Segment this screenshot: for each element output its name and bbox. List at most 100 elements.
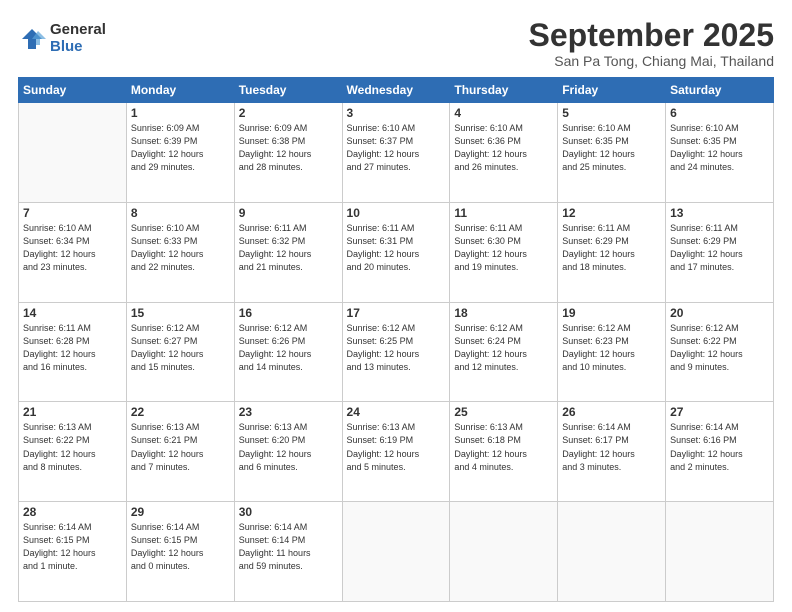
calendar-title: September 2025	[529, 18, 774, 53]
calendar-table: Sunday Monday Tuesday Wednesday Thursday…	[18, 77, 774, 602]
day-number: 29	[131, 505, 230, 519]
calendar-cell: 26 Sunrise: 6:14 AMSunset: 6:17 PMDayligh…	[558, 402, 666, 502]
calendar-cell: 17 Sunrise: 6:12 AMSunset: 6:25 PMDayligh…	[342, 302, 450, 402]
calendar-cell: 22 Sunrise: 6:13 AMSunset: 6:21 PMDayligh…	[126, 402, 234, 502]
day-number: 7	[23, 206, 122, 220]
col-wednesday: Wednesday	[342, 78, 450, 103]
day-number: 22	[131, 405, 230, 419]
day-info: Sunrise: 6:11 AMSunset: 6:31 PMDaylight:…	[347, 222, 446, 274]
col-monday: Monday	[126, 78, 234, 103]
day-info: Sunrise: 6:13 AMSunset: 6:20 PMDaylight:…	[239, 421, 338, 473]
week-row-5: 28 Sunrise: 6:14 AMSunset: 6:15 PMDayligh…	[19, 502, 774, 602]
day-info: Sunrise: 6:14 AMSunset: 6:15 PMDaylight:…	[23, 521, 122, 573]
day-number: 17	[347, 306, 446, 320]
day-info: Sunrise: 6:12 AMSunset: 6:24 PMDaylight:…	[454, 322, 553, 374]
day-info: Sunrise: 6:12 AMSunset: 6:23 PMDaylight:…	[562, 322, 661, 374]
day-info: Sunrise: 6:14 AMSunset: 6:15 PMDaylight:…	[131, 521, 230, 573]
day-number: 3	[347, 106, 446, 120]
day-info: Sunrise: 6:09 AMSunset: 6:38 PMDaylight:…	[239, 122, 338, 174]
title-block: September 2025 San Pa Tong, Chiang Mai, …	[529, 18, 774, 69]
calendar-cell: 4 Sunrise: 6:10 AMSunset: 6:36 PMDaylight…	[450, 103, 558, 203]
day-number: 14	[23, 306, 122, 320]
day-info: Sunrise: 6:12 AMSunset: 6:25 PMDaylight:…	[347, 322, 446, 374]
day-number: 23	[239, 405, 338, 419]
col-thursday: Thursday	[450, 78, 558, 103]
calendar-cell: 8 Sunrise: 6:10 AMSunset: 6:33 PMDaylight…	[126, 202, 234, 302]
day-number: 18	[454, 306, 553, 320]
calendar-cell: 29 Sunrise: 6:14 AMSunset: 6:15 PMDayligh…	[126, 502, 234, 602]
day-info: Sunrise: 6:10 AMSunset: 6:36 PMDaylight:…	[454, 122, 553, 174]
calendar-cell: 23 Sunrise: 6:13 AMSunset: 6:20 PMDayligh…	[234, 402, 342, 502]
calendar-cell: 10 Sunrise: 6:11 AMSunset: 6:31 PMDayligh…	[342, 202, 450, 302]
day-number: 30	[239, 505, 338, 519]
calendar-cell: 16 Sunrise: 6:12 AMSunset: 6:26 PMDayligh…	[234, 302, 342, 402]
col-sunday: Sunday	[19, 78, 127, 103]
calendar-cell: 30Sunrise: 6:14 AMSunset: 6:14 PMDayligh…	[234, 502, 342, 602]
logo-blue: Blue	[50, 39, 106, 56]
calendar-cell: 5Sunrise: 6:10 AMSunset: 6:35 PMDaylight…	[558, 103, 666, 203]
col-tuesday: Tuesday	[234, 78, 342, 103]
day-number: 13	[670, 206, 769, 220]
calendar-cell: 25Sunrise: 6:13 AMSunset: 6:18 PMDayligh…	[450, 402, 558, 502]
calendar-cell: 14 Sunrise: 6:11 AMSunset: 6:28 PMDayligh…	[19, 302, 127, 402]
day-number: 9	[239, 206, 338, 220]
day-info: Sunrise: 6:11 AMSunset: 6:29 PMDaylight:…	[562, 222, 661, 274]
day-info: Sunrise: 6:13 AMSunset: 6:19 PMDaylight:…	[347, 421, 446, 473]
calendar-cell: 19 Sunrise: 6:12 AMSunset: 6:23 PMDayligh…	[558, 302, 666, 402]
header: General Blue September 2025 San Pa Tong,…	[18, 18, 774, 69]
calendar-cell	[558, 502, 666, 602]
day-info: Sunrise: 6:10 AMSunset: 6:33 PMDaylight:…	[131, 222, 230, 274]
day-info: Sunrise: 6:12 AMSunset: 6:26 PMDaylight:…	[239, 322, 338, 374]
page: General Blue September 2025 San Pa Tong,…	[0, 0, 792, 612]
day-number: 16	[239, 306, 338, 320]
day-number: 6	[670, 106, 769, 120]
calendar-cell: 12Sunrise: 6:11 AMSunset: 6:29 PMDayligh…	[558, 202, 666, 302]
logo-general: General	[50, 22, 106, 39]
day-info: Sunrise: 6:11 AMSunset: 6:28 PMDaylight:…	[23, 322, 122, 374]
calendar-cell: 28 Sunrise: 6:14 AMSunset: 6:15 PMDayligh…	[19, 502, 127, 602]
day-number: 4	[454, 106, 553, 120]
calendar-cell: 11 Sunrise: 6:11 AMSunset: 6:30 PMDayligh…	[450, 202, 558, 302]
day-number: 11	[454, 206, 553, 220]
day-info: Sunrise: 6:11 AMSunset: 6:30 PMDaylight:…	[454, 222, 553, 274]
day-info: Sunrise: 6:10 AMSunset: 6:35 PMDaylight:…	[670, 122, 769, 174]
col-saturday: Saturday	[666, 78, 774, 103]
calendar-cell: 20Sunrise: 6:12 AMSunset: 6:22 PMDayligh…	[666, 302, 774, 402]
day-number: 15	[131, 306, 230, 320]
day-info: Sunrise: 6:11 AMSunset: 6:32 PMDaylight:…	[239, 222, 338, 274]
day-info: Sunrise: 6:14 AMSunset: 6:17 PMDaylight:…	[562, 421, 661, 473]
day-number: 24	[347, 405, 446, 419]
day-info: Sunrise: 6:14 AMSunset: 6:16 PMDaylight:…	[670, 421, 769, 473]
calendar-cell	[19, 103, 127, 203]
logo-icon	[18, 25, 46, 53]
week-row-2: 7 Sunrise: 6:10 AMSunset: 6:34 PMDaylight…	[19, 202, 774, 302]
day-number: 26	[562, 405, 661, 419]
day-info: Sunrise: 6:11 AMSunset: 6:29 PMDaylight:…	[670, 222, 769, 274]
calendar-cell	[342, 502, 450, 602]
day-info: Sunrise: 6:10 AMSunset: 6:37 PMDaylight:…	[347, 122, 446, 174]
header-row: Sunday Monday Tuesday Wednesday Thursday…	[19, 78, 774, 103]
day-number: 8	[131, 206, 230, 220]
calendar-cell: 15 Sunrise: 6:12 AMSunset: 6:27 PMDayligh…	[126, 302, 234, 402]
logo-text: General Blue	[50, 22, 106, 55]
calendar-cell	[450, 502, 558, 602]
calendar-cell: 27Sunrise: 6:14 AMSunset: 6:16 PMDayligh…	[666, 402, 774, 502]
calendar-cell	[666, 502, 774, 602]
day-number: 2	[239, 106, 338, 120]
calendar-cell: 2 Sunrise: 6:09 AMSunset: 6:38 PMDaylight…	[234, 103, 342, 203]
day-info: Sunrise: 6:12 AMSunset: 6:27 PMDaylight:…	[131, 322, 230, 374]
day-number: 25	[454, 405, 553, 419]
calendar-cell: 9 Sunrise: 6:11 AMSunset: 6:32 PMDaylight…	[234, 202, 342, 302]
day-number: 1	[131, 106, 230, 120]
day-number: 20	[670, 306, 769, 320]
week-row-1: 1Sunrise: 6:09 AMSunset: 6:39 PMDaylight…	[19, 103, 774, 203]
calendar-cell: 7 Sunrise: 6:10 AMSunset: 6:34 PMDaylight…	[19, 202, 127, 302]
day-info: Sunrise: 6:13 AMSunset: 6:22 PMDaylight:…	[23, 421, 122, 473]
calendar-cell: 6 Sunrise: 6:10 AMSunset: 6:35 PMDaylight…	[666, 103, 774, 203]
day-info: Sunrise: 6:13 AMSunset: 6:21 PMDaylight:…	[131, 421, 230, 473]
day-number: 10	[347, 206, 446, 220]
calendar-cell: 3 Sunrise: 6:10 AMSunset: 6:37 PMDaylight…	[342, 103, 450, 203]
day-number: 28	[23, 505, 122, 519]
day-number: 19	[562, 306, 661, 320]
day-info: Sunrise: 6:10 AMSunset: 6:34 PMDaylight:…	[23, 222, 122, 274]
